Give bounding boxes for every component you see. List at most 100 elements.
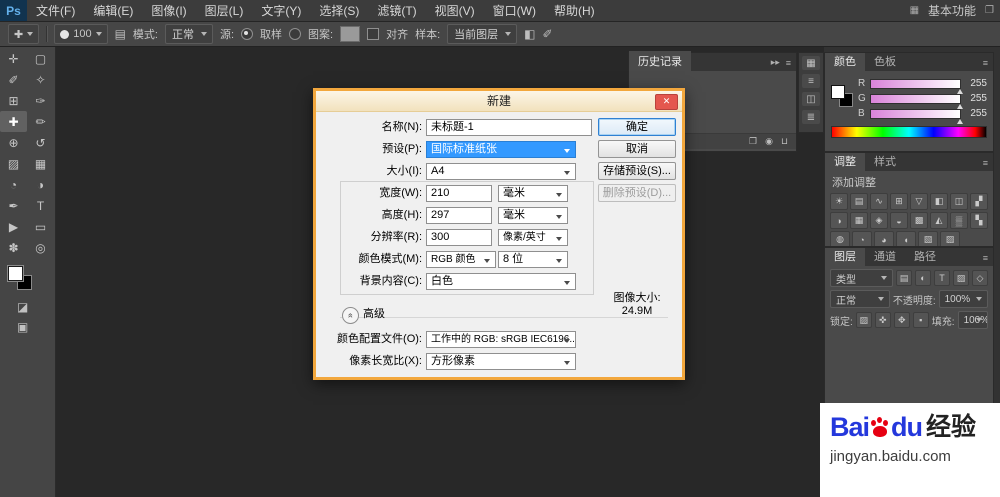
ok-button[interactable]: 确定 xyxy=(598,118,676,136)
filter-shape-layers-icon[interactable]: ▨ xyxy=(953,270,969,286)
menu-edit[interactable]: 编辑(E) xyxy=(84,0,142,21)
height-input[interactable]: 297 xyxy=(426,207,492,224)
lock-all-icon[interactable]: ▪ xyxy=(912,312,929,328)
adjustment-icon[interactable]: ∿ xyxy=(870,193,888,210)
tab-styles[interactable]: 样式 xyxy=(865,153,905,171)
tab-channels[interactable]: 通道 xyxy=(865,248,905,266)
adjustment-icon[interactable]: ◔ xyxy=(852,231,872,246)
sample-select[interactable]: 当前图层 xyxy=(447,24,518,44)
delete-preset-button[interactable]: 删除预设(D)... xyxy=(598,184,676,202)
adjustment-icon[interactable]: ◒ xyxy=(890,212,908,229)
tool-preset-picker[interactable]: ✚ xyxy=(8,24,40,44)
lock-position-icon[interactable]: ✥ xyxy=(893,312,910,328)
pen-tool-icon[interactable]: ✒ xyxy=(0,195,27,216)
new-document-from-state-icon[interactable]: ❐ xyxy=(749,136,757,147)
adjustment-icon[interactable]: ◕ xyxy=(874,231,894,246)
width-input[interactable]: 210 xyxy=(426,185,492,202)
filter-pixel-layers-icon[interactable]: ▤ xyxy=(896,270,912,286)
marquee-tool-icon[interactable]: ▢ xyxy=(27,48,54,69)
panel-menu-icon[interactable]: ≡ xyxy=(983,253,988,263)
color-spectrum-ramp[interactable] xyxy=(831,126,987,138)
workspace-switcher-button[interactable]: 基本功能 xyxy=(926,2,978,19)
pixel-aspect-ratio-select[interactable]: 方形像素 xyxy=(426,353,576,370)
mode-select[interactable]: 正常 xyxy=(164,24,213,44)
adjustment-icon[interactable]: ◖ xyxy=(896,231,916,246)
menu-file[interactable]: 文件(F) xyxy=(27,0,84,21)
background-contents-select[interactable]: 白色 xyxy=(426,273,576,290)
quick-mask-icon[interactable]: ◪ xyxy=(17,300,55,314)
quick-selection-tool-icon[interactable]: ✧ xyxy=(27,69,54,90)
blue-slider[interactable] xyxy=(870,108,963,124)
size-select[interactable]: A4 xyxy=(426,163,576,180)
filter-smart-object-icon[interactable]: ◇ xyxy=(972,270,988,286)
tab-color[interactable]: 颜色 xyxy=(825,53,865,71)
adjustment-icon[interactable]: ◑ xyxy=(830,212,848,229)
adjustment-icon[interactable]: ◍ xyxy=(830,231,850,246)
blend-mode-select[interactable]: 正常 xyxy=(830,290,890,308)
screen-mode-icon[interactable]: ▣ xyxy=(17,320,55,334)
adjustment-icon[interactable]: ▩ xyxy=(910,212,928,229)
path-selection-tool-icon[interactable]: ▶ xyxy=(0,216,27,237)
filter-type-layers-icon[interactable]: T xyxy=(934,270,950,286)
delete-state-icon[interactable]: ⊔ xyxy=(781,136,788,147)
healing-brush-tool-icon[interactable]: ✚ xyxy=(0,111,27,132)
menu-type[interactable]: 文字(Y) xyxy=(252,0,310,21)
color-mode-select[interactable]: RGB 颜色 xyxy=(426,251,496,268)
tab-swatches[interactable]: 色板 xyxy=(865,53,905,71)
new-snapshot-icon[interactable]: ◉ xyxy=(765,136,773,147)
save-preset-button[interactable]: 存储预设(S)... xyxy=(598,162,676,180)
menu-image[interactable]: 图像(I) xyxy=(142,0,195,21)
panel-menu-icon[interactable]: ≡ xyxy=(983,58,988,68)
shape-tool-icon[interactable]: ▭ xyxy=(27,216,54,237)
adjustment-icon[interactable]: ▞ xyxy=(970,193,988,210)
aligned-checkbox[interactable] xyxy=(367,28,380,40)
adjustment-icon[interactable]: ◈ xyxy=(870,212,888,229)
tab-history[interactable]: 历史记录 xyxy=(629,51,691,71)
zoom-tool-icon[interactable]: ◎ xyxy=(27,237,54,258)
cancel-button[interactable]: 取消 xyxy=(598,140,676,158)
panel-fg-bg-swatches[interactable] xyxy=(831,85,855,109)
red-slider[interactable] xyxy=(870,78,963,94)
brush-size-picker[interactable]: 100 xyxy=(54,24,108,44)
foreground-background-swatches[interactable] xyxy=(8,266,38,292)
resolution-unit-select[interactable]: 像素/英寸 xyxy=(498,229,568,246)
adjustment-icon[interactable]: ▚ xyxy=(970,212,988,229)
adjustment-icon[interactable]: ▦ xyxy=(850,212,868,229)
adjustment-icon[interactable]: ☀ xyxy=(830,193,848,210)
name-input[interactable]: 未标题-1 xyxy=(426,119,592,136)
hand-tool-icon[interactable]: ✽ xyxy=(0,237,27,258)
toggle-brush-panel-icon[interactable]: ▤ xyxy=(115,27,126,41)
eyedropper-tool-icon[interactable]: ✑ xyxy=(27,90,54,111)
pattern-radio[interactable] xyxy=(289,28,302,40)
tab-paths[interactable]: 路径 xyxy=(905,248,945,266)
lasso-tool-icon[interactable]: ✐ xyxy=(0,69,27,90)
pattern-swatch[interactable] xyxy=(340,26,361,42)
dialog-close-button[interactable]: ✕ xyxy=(655,94,678,110)
dock-panel-icon[interactable]: ▦ xyxy=(802,56,820,70)
panel-menu-icon[interactable]: ≡ xyxy=(983,158,988,168)
fill-select[interactable]: 100% xyxy=(957,311,988,329)
lock-pixels-icon[interactable]: ✜ xyxy=(874,312,891,328)
panel-menu-icon[interactable]: ≡ xyxy=(786,58,791,68)
menu-filter[interactable]: 滤镜(T) xyxy=(368,0,425,21)
collapse-panel-icon[interactable]: ▸▸ xyxy=(771,57,780,68)
adjustment-icon[interactable]: ▤ xyxy=(850,193,868,210)
adjustment-icon[interactable]: ▽ xyxy=(910,193,928,210)
move-tool-icon[interactable]: ✛ xyxy=(0,48,27,69)
adjustment-icon[interactable]: ⊞ xyxy=(890,193,908,210)
color-depth-select[interactable]: 8 位 xyxy=(498,251,568,268)
menu-window[interactable]: 窗口(W) xyxy=(484,0,545,21)
height-unit-select[interactable]: 毫米 xyxy=(498,207,568,224)
menu-select[interactable]: 选择(S) xyxy=(310,0,368,21)
blur-tool-icon[interactable]: ◔ xyxy=(0,174,27,195)
opacity-select[interactable]: 100% xyxy=(938,290,988,308)
foreground-color-swatch[interactable] xyxy=(8,266,23,281)
brush-tool-icon[interactable]: ✏ xyxy=(27,111,54,132)
history-brush-tool-icon[interactable]: ↺ xyxy=(27,132,54,153)
lock-transparency-icon[interactable]: ▨ xyxy=(855,312,872,328)
menu-help[interactable]: 帮助(H) xyxy=(545,0,604,21)
adjustment-icon[interactable]: ▧ xyxy=(918,231,938,246)
tab-layers[interactable]: 图层 xyxy=(825,248,865,266)
dock-panel-icon[interactable]: ◫ xyxy=(802,92,820,106)
adjustment-icon[interactable]: ◭ xyxy=(930,212,948,229)
